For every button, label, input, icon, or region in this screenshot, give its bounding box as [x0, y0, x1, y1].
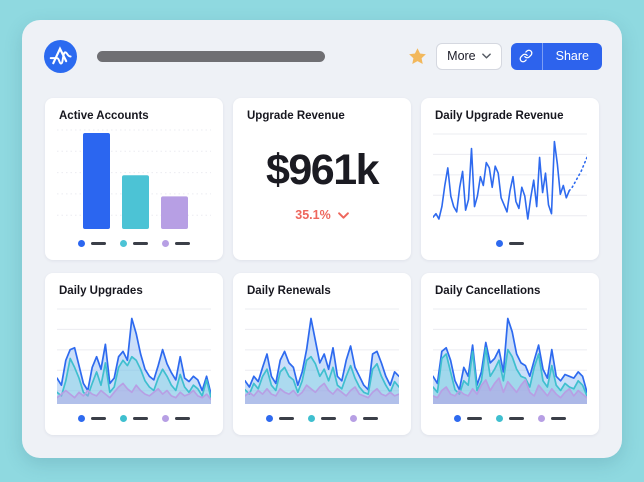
- share-button[interactable]: Share: [511, 43, 602, 70]
- legend-item[interactable]: [454, 415, 482, 422]
- legend-dot: [162, 415, 169, 422]
- legend-item[interactable]: [120, 240, 148, 247]
- area-chart: [245, 308, 399, 404]
- bar-chart: [57, 129, 211, 229]
- legend-item[interactable]: [308, 415, 336, 422]
- card-daily-upgrades[interactable]: Daily Upgrades: [45, 273, 223, 435]
- legend-dot: [308, 415, 315, 422]
- legend-dot: [120, 415, 127, 422]
- legend-label-placeholder: [91, 417, 106, 420]
- legend-item[interactable]: [266, 415, 294, 422]
- legend-label-placeholder: [509, 417, 524, 420]
- legend-item[interactable]: [120, 415, 148, 422]
- legend-item[interactable]: [496, 240, 524, 247]
- card-active-accounts[interactable]: Active Accounts: [45, 98, 223, 260]
- metric-value: $961k: [266, 146, 378, 195]
- card-title: Upgrade Revenue: [245, 110, 399, 124]
- area-chart-canvas: [57, 308, 211, 404]
- title-placeholder-bar: [97, 51, 325, 62]
- legend-label-placeholder: [363, 417, 378, 420]
- area-chart-canvas: [245, 308, 399, 404]
- legend-item[interactable]: [162, 240, 190, 247]
- dashboard-panel: More Share Active Accounts: [22, 20, 622, 458]
- card-title: Daily Renewals: [245, 285, 399, 299]
- legend-dot: [538, 415, 545, 422]
- card-daily-renewals[interactable]: Daily Renewals: [233, 273, 411, 435]
- legend-label-placeholder: [279, 417, 294, 420]
- chart-legend: [57, 410, 211, 426]
- card-daily-cancellations[interactable]: Daily Cancellations: [421, 273, 599, 435]
- header-actions: More Share: [408, 43, 602, 70]
- chart-legend: [245, 410, 399, 426]
- more-button-label: More: [447, 49, 475, 63]
- legend-item[interactable]: [162, 415, 190, 422]
- legend-item[interactable]: [78, 240, 106, 247]
- card-upgrade-revenue[interactable]: Upgrade Revenue $961k 35.1%: [233, 98, 411, 260]
- legend-label-placeholder: [175, 417, 190, 420]
- chevron-down-icon: [482, 53, 491, 59]
- chevron-down-icon: [338, 212, 349, 219]
- legend-item[interactable]: [78, 415, 106, 422]
- metric-body: $961k 35.1%: [245, 124, 399, 251]
- legend-label-placeholder: [509, 242, 524, 245]
- card-title: Daily Cancellations: [433, 285, 587, 299]
- metric-change-toggle[interactable]: 35.1%: [295, 208, 348, 222]
- card-title: Daily Upgrades: [57, 285, 211, 299]
- more-button[interactable]: More: [436, 43, 501, 70]
- legend-dot: [454, 415, 461, 422]
- legend-label-placeholder: [133, 242, 148, 245]
- favorite-star-icon[interactable]: [408, 47, 427, 66]
- card-daily-upgrade-revenue[interactable]: Daily Upgrade Revenue: [421, 98, 599, 260]
- legend-label-placeholder: [467, 417, 482, 420]
- area-chart: [433, 308, 587, 404]
- legend-dot: [78, 415, 85, 422]
- copy-link-button[interactable]: [511, 43, 543, 70]
- legend-label-placeholder: [551, 417, 566, 420]
- chart-legend: [433, 410, 587, 426]
- area-chart-canvas: [433, 308, 587, 404]
- bar-chart-canvas: [57, 129, 211, 229]
- legend-dot: [78, 240, 85, 247]
- legend-dot: [496, 240, 503, 247]
- legend-dot: [266, 415, 273, 422]
- legend-dot: [350, 415, 357, 422]
- legend-dot: [120, 240, 127, 247]
- legend-label-placeholder: [175, 242, 190, 245]
- legend-label-placeholder: [91, 242, 106, 245]
- legend-item[interactable]: [538, 415, 566, 422]
- legend-label-placeholder: [133, 417, 148, 420]
- line-chart-canvas: [433, 133, 587, 229]
- legend-label-placeholder: [321, 417, 336, 420]
- legend-item[interactable]: [496, 415, 524, 422]
- card-title: Active Accounts: [57, 110, 211, 124]
- chart-legend: [57, 235, 211, 251]
- legend-dot: [162, 240, 169, 247]
- line-chart: [433, 133, 587, 229]
- card-title: Daily Upgrade Revenue: [433, 110, 587, 124]
- legend-dot: [496, 415, 503, 422]
- cards-grid: Active Accounts Upgrade Revenue $961k 35…: [45, 98, 599, 435]
- dashboard-header: More Share: [22, 20, 622, 92]
- legend-item[interactable]: [350, 415, 378, 422]
- link-icon: [519, 49, 533, 63]
- metric-change-value: 35.1%: [295, 208, 330, 222]
- area-chart: [57, 308, 211, 404]
- chart-legend: [433, 235, 587, 251]
- amplitude-logo-icon: [44, 40, 77, 73]
- share-button-label: Share: [543, 49, 602, 63]
